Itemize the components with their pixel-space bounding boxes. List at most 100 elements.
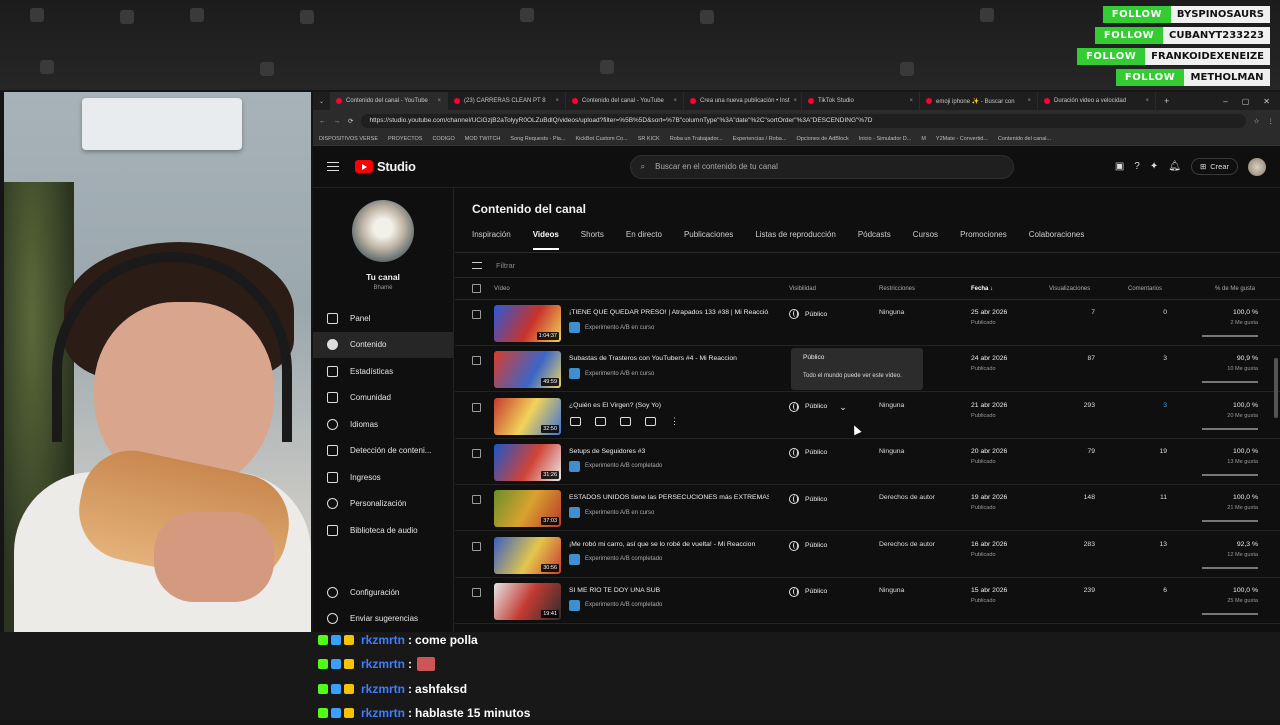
row-checkbox[interactable] [472, 356, 481, 366]
video-title[interactable]: SI ME RÍO TE DOY UNA SUB [569, 587, 769, 594]
filter-input[interactable]: Filtrar [496, 261, 515, 270]
bookmark-item[interactable]: Y2Mate - Convertid... [936, 136, 988, 142]
table-row[interactable]: 32:50 ¿Quién es El Virgen? (Soy Yo) ⋮ Públi… [455, 393, 1280, 439]
comments-cell[interactable]: 3 [1127, 402, 1167, 409]
edit-icon[interactable] [570, 416, 581, 426]
filter-row[interactable]: Filtrar [455, 252, 1280, 278]
col-views[interactable]: Visualizaciones [1049, 286, 1090, 292]
sidebar-item[interactable]: Biblioteca de audio [313, 517, 453, 544]
close-icon[interactable]: × [794, 98, 798, 104]
tab-4[interactable]: Publicaciones [684, 230, 733, 250]
chat-username[interactable]: rkzmrtn [361, 706, 405, 720]
table-row[interactable]: 31:26 Setups de Seguidores #3 Experimento … [455, 439, 1280, 485]
maximize-icon[interactable]: ▢ [1242, 97, 1250, 106]
video-title[interactable]: Subastas de Trasteros con YouTubers #4 -… [569, 355, 769, 362]
bookmark-item[interactable]: Contenido del canal... [998, 136, 1051, 142]
bookmark-item[interactable]: Opciones de AdBlock [796, 136, 848, 142]
reload-icon[interactable]: ⟳ [348, 117, 353, 125]
row-checkbox[interactable] [472, 402, 481, 412]
video-title[interactable]: ¿Quién es El Virgen? (Soy Yo) [569, 402, 769, 409]
tab-3[interactable]: En directo [626, 230, 662, 250]
avatar[interactable] [1248, 157, 1266, 176]
new-tab-icon[interactable]: + [1164, 96, 1169, 106]
minimize-icon[interactable]: – [1223, 97, 1227, 106]
close-icon[interactable]: × [674, 98, 678, 104]
sidebar-item[interactable]: Estadísticas [313, 358, 453, 385]
sidebar-item[interactable]: Comunidad [313, 385, 453, 412]
select-all-checkbox[interactable] [472, 284, 481, 293]
create-button[interactable]: ⊞ Crear [1190, 158, 1238, 175]
visibility-cell[interactable]: Público [789, 540, 827, 551]
tab-menu-icon[interactable]: ⌄ [319, 98, 324, 105]
tab-9[interactable]: Colaboraciones [1029, 230, 1085, 250]
tab-2[interactable]: Shorts [581, 230, 604, 250]
browser-tab[interactable]: emoji iphone ✨ - Buscar con × [920, 92, 1039, 110]
video-thumbnail[interactable]: 49:59 [494, 351, 561, 389]
video-title[interactable]: ¡TIENE QUE QUEDAR PRESO! | Atrapados 133… [569, 309, 769, 316]
notifications-icon[interactable]: 🔔︎ [1168, 161, 1181, 172]
row-checkbox[interactable] [472, 310, 481, 319]
chevron-down-icon[interactable]: ⌄ [839, 402, 847, 411]
chat-username[interactable]: rkzmrtn [361, 657, 405, 671]
browser-tab[interactable]: TikTok Studio × [802, 92, 921, 110]
search-input[interactable]: ⌕ Buscar en el contenido de tu canal [629, 154, 1014, 179]
follow-button[interactable]: FOLLOW [1095, 27, 1163, 44]
close-icon[interactable]: × [910, 98, 914, 104]
browser-tab[interactable]: Contenido del canal - YouTube × [330, 92, 449, 110]
channel-avatar[interactable] [352, 200, 414, 262]
address-field[interactable]: https://studio.youtube.com/channel/UCiGz… [361, 114, 1246, 128]
browser-tab[interactable]: Crea una nueva publicación • Inst × [684, 92, 803, 110]
chat-username[interactable]: rkzmrtn [361, 633, 405, 647]
back-icon[interactable]: ← [319, 118, 326, 125]
visibility-cell[interactable]: Público [789, 447, 827, 458]
visibility-cell[interactable]: Público [789, 309, 827, 319]
extensions-icon[interactable]: ⋮ [1268, 117, 1275, 125]
col-restrictions[interactable]: Restricciones [879, 286, 915, 292]
sidebar-item[interactable]: Configuración [313, 579, 454, 606]
sidebar-item[interactable]: Ingresos [313, 464, 453, 491]
video-title[interactable]: Setups de Seguidores #3 [569, 448, 769, 455]
studio-logo[interactable]: Studio [355, 159, 416, 174]
row-checkbox[interactable] [472, 541, 481, 551]
follow-button[interactable]: FOLLOW [1077, 48, 1146, 65]
tab-5[interactable]: Listas de reproducción [755, 230, 836, 250]
bookmark-item[interactable]: PROYECTOS [388, 136, 422, 142]
video-thumbnail[interactable]: 1:04:37 [494, 305, 561, 342]
bookmark-item[interactable]: Experiencias / Roba... [733, 136, 787, 142]
col-comments[interactable]: Comentarios [1128, 286, 1162, 292]
menu-icon[interactable] [327, 162, 339, 171]
video-thumbnail[interactable]: 32:50 [494, 397, 561, 435]
bookmark-item[interactable]: Inicio - Simulador D... [859, 136, 912, 142]
subtitles-icon[interactable]: ▣ [1115, 161, 1124, 172]
comments-icon[interactable] [620, 416, 631, 426]
visibility-cell[interactable]: Público [789, 586, 827, 597]
bookmark-item[interactable]: Song Requests - Pla... [510, 136, 565, 142]
table-row[interactable]: 30:56 ¡Me robó mi carro, así que se lo ro… [455, 532, 1280, 578]
browser-tab[interactable]: Contenido del canal - YouTube × [566, 92, 685, 110]
video-thumbnail[interactable]: 19:41 [494, 582, 561, 620]
follow-button[interactable]: FOLLOW [1116, 69, 1184, 86]
video-thumbnail[interactable]: 30:56 [494, 536, 561, 574]
bookmark-item[interactable]: DISPOSITIVOS VERSE [319, 136, 378, 142]
tab-1[interactable]: Videos [532, 230, 559, 250]
filter-icon[interactable] [472, 261, 482, 269]
row-checkbox[interactable] [472, 495, 481, 505]
bookmark-item[interactable]: MOD TWITCH [465, 136, 501, 142]
sidebar-item[interactable]: Personalización [313, 491, 453, 518]
video-thumbnail[interactable]: 31:26 [494, 443, 561, 481]
video-title[interactable]: ¡Me robó mi carro, así que se lo robé de… [569, 541, 769, 548]
star-icon[interactable]: ☆ [1254, 117, 1260, 125]
forward-icon[interactable]: → [334, 118, 341, 125]
video-title[interactable]: ESTADOS UNIDOS tiene las PERSECUCIONES m… [569, 494, 769, 501]
analytics-icon[interactable] [595, 416, 606, 426]
close-icon[interactable]: × [1028, 98, 1032, 104]
table-row[interactable]: 37:03 ESTADOS UNIDOS tiene las PERSECUCIO… [455, 485, 1280, 532]
tab-0[interactable]: Inspiración [472, 230, 511, 250]
sidebar-item[interactable]: Detección de conteni... [313, 438, 453, 465]
sidebar-item[interactable]: Contenido [313, 331, 453, 358]
bookmark-item[interactable]: M [921, 136, 926, 142]
close-icon[interactable]: × [1146, 98, 1150, 104]
close-icon[interactable]: × [556, 98, 560, 104]
follow-button[interactable]: FOLLOW [1102, 6, 1171, 23]
channel-name[interactable]: Tu canal [313, 272, 453, 282]
